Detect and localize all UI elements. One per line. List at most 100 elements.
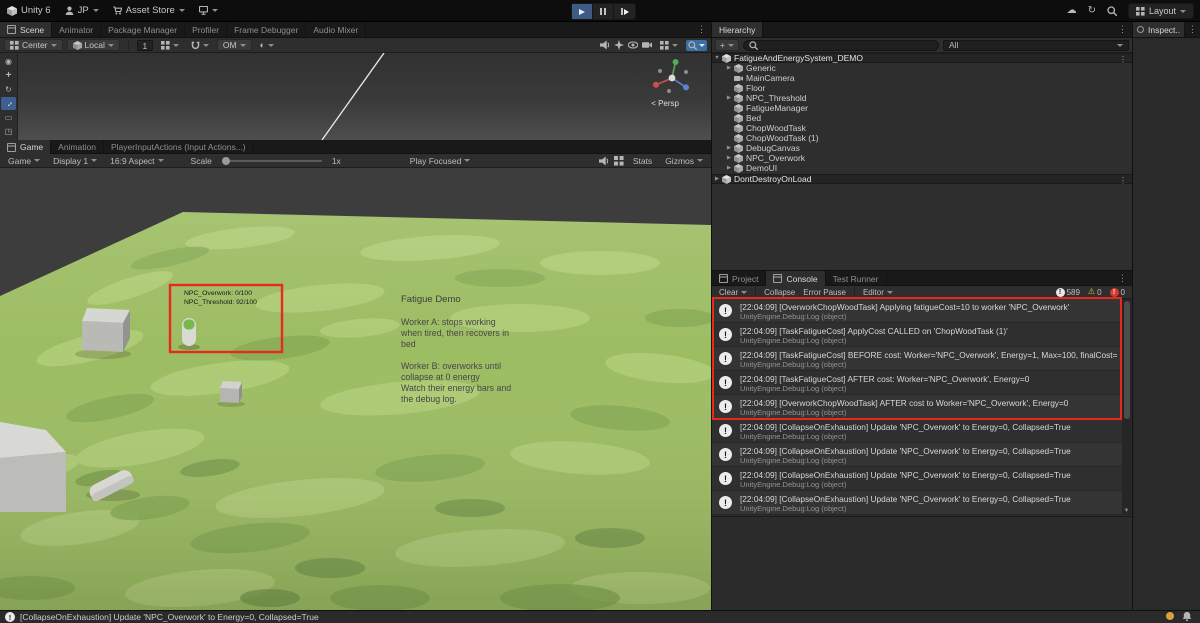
hierarchy-filter-dropdown[interactable]: All [942,39,1129,51]
om-dropdown[interactable]: OM [216,39,252,51]
layout-dropdown[interactable]: Layout [1127,3,1194,19]
tab-test-runner[interactable]: Test Runner [826,271,887,286]
scale-tool-button[interactable]: ↔ [1,97,16,110]
pause-button[interactable] [593,4,614,19]
aspect-ratio-dropdown[interactable]: 16:9 Aspect [106,155,167,167]
tab-frame-debugger[interactable]: Frame Debugger [227,22,307,37]
display-dropdown[interactable]: Display 1 [49,155,101,167]
grid-snapping-dropdown[interactable] [157,39,183,51]
hierarchy-item-npc-overwork[interactable]: ▶ NPC_Overwork [712,153,1133,163]
expand-arrow-icon[interactable]: ▶ [724,145,734,151]
tab-inspector[interactable]: Inspect... [1133,22,1185,37]
hierarchy-item-bed[interactable]: Bed [712,113,1133,123]
cloud-icon[interactable]: ☁ [1067,6,1077,16]
error-pause-toggle[interactable]: Error Pause [799,286,850,298]
log-entry[interactable]: ! [22:04:09] [OverworkChopWoodTask] AFTE… [712,395,1123,419]
tab-game[interactable]: Game [0,140,52,154]
tab-package-manager[interactable]: Package Manager [101,22,186,37]
shading-mode-dropdown[interactable]: ◐ [256,39,278,51]
scale-slider[interactable] [221,156,322,165]
expand-arrow-icon[interactable]: ▶ [724,155,734,161]
mute-audio-icon[interactable] [598,155,609,166]
hierarchy-item-chopwoodtask[interactable]: ChopWoodTask [712,123,1133,133]
search-icon[interactable] [1107,6,1117,16]
hierarchy-item-chopwoodtask-1[interactable]: ChopWoodTask (1) [712,133,1133,143]
pivot-mode-dropdown[interactable]: Center [4,39,63,51]
hierarchy-item-floor[interactable]: Floor [712,83,1133,93]
scale-slider-knob[interactable] [221,156,230,165]
rotate-tool-button[interactable]: ↻ [1,83,16,96]
scene-effects-icon[interactable] [614,40,624,50]
gizmos-grid-dropdown[interactable] [656,39,682,51]
move-tool-button[interactable]: + [1,69,16,82]
step-button[interactable] [614,4,635,19]
account-menu[interactable]: JP [58,0,106,22]
log-entry[interactable]: ! [22:04:09] [CollapseOnExhaustion] Upda… [712,467,1123,491]
scene-menu-icon[interactable]: ⋮ [1119,175,1127,185]
orientation-dropdown[interactable]: Local [66,39,120,51]
error-count-toggle[interactable]: ! 0 [1106,287,1129,297]
play-button[interactable] [572,4,593,19]
warning-count-toggle[interactable]: ⚠ 0 [1084,288,1106,297]
game-viewport[interactable]: NPC_Overwork: 0/100 NPC_Threshold: 92/10… [0,168,715,612]
scene-camera-icon[interactable] [642,40,652,50]
console-scrollbar[interactable]: ▼ [1122,299,1131,515]
hierarchy-item-fatiguemanager[interactable]: FatigueManager [712,103,1133,113]
hierarchy-search-input[interactable] [742,39,939,51]
hierarchy-menu-icon[interactable]: ⋮ [1113,22,1132,37]
log-entry[interactable]: ! [22:04:09] [TaskFatigueCost] ApplyCost… [712,323,1123,347]
notifications-bell-icon[interactable] [1182,611,1192,621]
game-mode-dropdown[interactable]: Game [4,155,44,167]
log-entry[interactable]: ! [22:04:09] [TaskFatigueCost] BEFORE co… [712,347,1123,371]
stats-button[interactable]: Stats [629,155,656,167]
perspective-label[interactable]: < Persp [651,99,679,108]
scene-viewport[interactable]: < Persp [18,53,711,140]
log-entry[interactable]: ! [22:04:09] [CollapseOnExhaustion] Upda… [712,443,1123,467]
hierarchy-item-debugcanvas[interactable]: ▶ DebugCanvas [712,143,1133,153]
tab-animator[interactable]: Animator [52,22,102,37]
play-focused-dropdown[interactable]: Play Focused [406,155,475,167]
status-message[interactable]: [CollapseOnExhaustion] Update 'NPC_Overw… [20,612,319,622]
snap-magnet-dropdown[interactable] [187,39,213,51]
target-device-menu[interactable] [192,0,225,22]
status-bar[interactable]: ! [CollapseOnExhaustion] Update 'NPC_Ove… [0,610,1200,623]
hierarchy-item-maincamera[interactable]: MainCamera [712,73,1133,83]
scroll-down-icon[interactable]: ▼ [1122,508,1131,514]
orientation-gizmo[interactable] [653,59,689,93]
tab-profiler[interactable]: Profiler [185,22,228,37]
console-menu-icon[interactable]: ⋮ [1113,271,1132,285]
console-scrollbar-thumb[interactable] [1123,301,1130,419]
history-icon[interactable]: ↻ [1088,6,1096,16]
transform-tool-button[interactable]: ◳ [1,125,16,138]
grid-size-field[interactable]: 1 [136,39,153,51]
tab-scene[interactable]: Scene [0,22,53,37]
vsync-grid-icon[interactable] [613,155,624,166]
hierarchy-item-demoui[interactable]: ▶ DemoUI [712,163,1133,173]
expand-arrow-icon[interactable]: ▶ [724,95,734,101]
inspector-menu-icon[interactable]: ⋮ [1185,22,1200,37]
tab-animation[interactable]: Animation [51,140,104,154]
hierarchy-scene-root[interactable]: ▼ FatigueAndEnergySystem_DEMO ⋮ [712,53,1133,64]
view-tool-button[interactable]: ◉ [1,55,16,68]
tab-audio-mixer[interactable]: Audio Mixer [306,22,367,37]
create-object-button[interactable]: + [715,39,739,51]
log-entry[interactable]: ! [22:04:09] [CollapseOnExhaustion] Upda… [712,419,1123,443]
activity-indicator-icon[interactable] [1166,612,1174,620]
gizmos-dropdown[interactable]: Gizmos [661,155,707,167]
editor-dropdown[interactable]: Editor [859,286,897,298]
asset-store-menu[interactable]: Asset Store [106,0,192,22]
log-entry[interactable]: ! [22:04:09] [CollapseOnExhaustion] Upda… [712,491,1123,515]
hierarchy-dontdestroyonload-root[interactable]: ▶ DontDestroyOnLoad ⋮ [712,174,1133,185]
rect-tool-button[interactable]: ▭ [1,111,16,124]
tabstrip-menu-icon[interactable]: ⋮ [692,22,711,37]
log-entry[interactable]: ! [22:04:09] [TaskFatigueCost] AFTER cos… [712,371,1123,395]
expand-arrow-icon[interactable]: ▶ [712,176,722,182]
info-count-toggle[interactable]: ! 589 [1052,287,1084,297]
tab-console[interactable]: Console [766,271,826,286]
tab-project[interactable]: Project [712,271,767,286]
scene-visibility-icon[interactable] [628,40,638,50]
expand-arrow-icon[interactable]: ▶ [724,65,734,71]
scene-audio-icon[interactable] [600,40,610,50]
hierarchy-item-npc-threshold[interactable]: ▶ NPC_Threshold [712,93,1133,103]
clear-button[interactable]: Clear [715,286,751,298]
